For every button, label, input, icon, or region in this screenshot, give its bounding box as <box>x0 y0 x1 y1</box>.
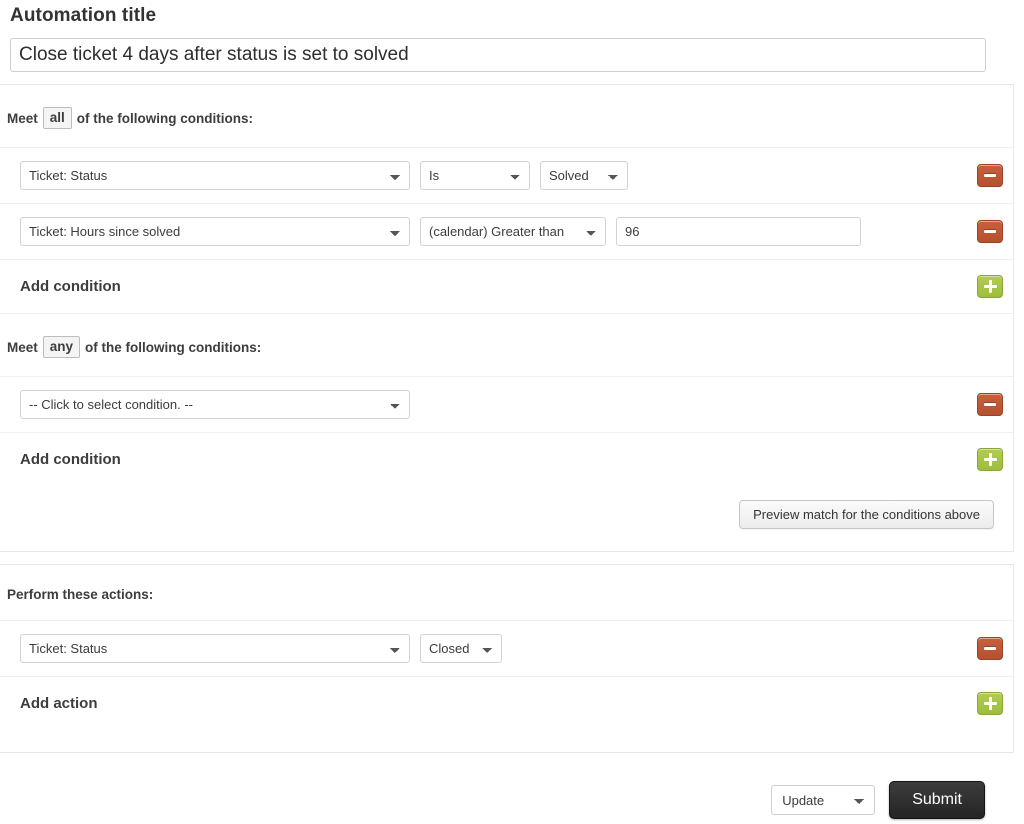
add-condition-row: Add condition <box>0 432 1013 486</box>
condition-field-select[interactable]: Ticket: Status <box>20 161 410 190</box>
add-action-label[interactable]: Add action <box>20 695 98 712</box>
add-condition-button[interactable] <box>977 448 1003 471</box>
add-condition-label[interactable]: Add condition <box>20 451 121 468</box>
condition-field-select[interactable]: -- Click to select condition. -- <box>20 390 410 419</box>
automation-title-input[interactable] <box>10 38 986 72</box>
add-action-button[interactable] <box>977 692 1003 715</box>
minus-icon <box>984 230 996 233</box>
footer-bar-panel: Update Submit <box>0 763 1014 819</box>
title-block: Automation title <box>0 0 1024 72</box>
match-type-any: any <box>43 336 80 358</box>
condition-row: -- Click to select condition. -- <box>0 376 1013 432</box>
condition-value-select[interactable]: Solved <box>540 161 628 190</box>
minus-icon <box>984 403 996 406</box>
condition-row: Ticket: Hours since solved (calendar) Gr… <box>0 203 1013 259</box>
remove-condition-button[interactable] <box>977 220 1003 243</box>
action-field-select[interactable]: Ticket: Status <box>20 634 410 663</box>
minus-icon <box>984 647 996 650</box>
preview-row: Preview match for the conditions above <box>0 486 1013 551</box>
remove-condition-button[interactable] <box>977 164 1003 187</box>
action-value-select[interactable]: Closed <box>420 634 502 663</box>
meet-all-line: Meet all of the following conditions: <box>0 85 1013 147</box>
condition-value-input[interactable] <box>616 217 861 246</box>
condition-field-select[interactable]: Ticket: Hours since solved <box>20 217 410 246</box>
update-action-select[interactable]: Update <box>771 785 875 815</box>
meet-prefix-any: Meet <box>7 340 38 355</box>
plus-icon <box>984 453 997 466</box>
submit-button[interactable]: Submit <box>889 781 985 819</box>
match-type-all: all <box>43 107 72 129</box>
meet-suffix-all: of the following conditions: <box>77 111 253 126</box>
conditions-panel: Meet all of the following conditions: Ti… <box>0 84 1014 552</box>
preview-match-button[interactable]: Preview match for the conditions above <box>739 500 994 529</box>
meet-suffix-any: of the following conditions: <box>85 340 261 355</box>
actions-heading: Perform these actions: <box>0 565 1013 620</box>
actions-panel: Perform these actions: Ticket: Status Cl… <box>0 564 1014 753</box>
condition-row: Ticket: Status Is Solved <box>0 147 1013 203</box>
meet-prefix-all: Meet <box>7 111 38 126</box>
remove-action-button[interactable] <box>977 637 1003 660</box>
action-row: Ticket: Status Closed <box>0 620 1013 676</box>
meet-any-line: Meet any of the following conditions: <box>0 313 1013 376</box>
footer-bar: Update Submit <box>0 763 1014 819</box>
condition-operator-select[interactable]: (calendar) Greater than <box>420 217 606 246</box>
remove-condition-button[interactable] <box>977 393 1003 416</box>
add-condition-row: Add condition <box>0 259 1013 313</box>
actions-panel-bottom-spacer <box>0 730 1013 752</box>
page-title: Automation title <box>10 0 1014 28</box>
condition-operator-select[interactable]: Is <box>420 161 530 190</box>
plus-icon <box>984 280 997 293</box>
add-action-row: Add action <box>0 676 1013 730</box>
add-condition-button[interactable] <box>977 275 1003 298</box>
plus-icon <box>984 697 997 710</box>
add-condition-label[interactable]: Add condition <box>20 278 121 295</box>
minus-icon <box>984 174 996 177</box>
automation-editor-page: Automation title Meet all of the followi… <box>0 0 1024 824</box>
